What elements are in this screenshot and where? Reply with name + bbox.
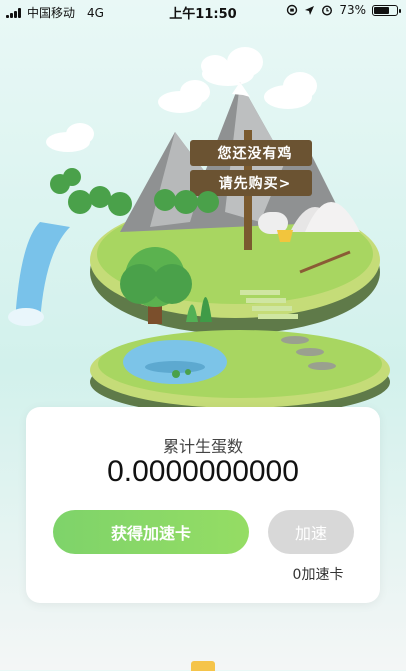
farm-illustration — [8, 47, 390, 416]
status-bar: 中国移动 4G 上午11:50 73% — [0, 0, 406, 22]
card-title: 累计生蛋数 — [162, 437, 243, 456]
location-icon — [305, 5, 315, 15]
egg-stats-card: 累计生蛋数 0.0000000000 获得加速卡 加速 0加速卡 — [26, 407, 380, 603]
speed-up-button[interactable]: 加速 — [268, 510, 354, 554]
speed-card-count: 0加速卡 — [292, 567, 344, 583]
egg-count-value: 0.0000000000 — [107, 455, 299, 488]
cloud-icon — [46, 47, 317, 152]
battery-icon — [372, 4, 401, 16]
farm-scene: 您还没有鸡 请先购买> — [0, 22, 406, 422]
battery-percent: 73% — [339, 3, 366, 17]
status-right: 73% — [286, 3, 401, 17]
buy-chicken-link[interactable]: 请先购买> — [200, 173, 310, 193]
alarm-icon — [322, 5, 333, 16]
get-speed-card-button[interactable]: 获得加速卡 — [53, 510, 249, 554]
rotation-lock-icon — [287, 4, 298, 16]
sign-line-1: 您还没有鸡 — [217, 146, 293, 162]
